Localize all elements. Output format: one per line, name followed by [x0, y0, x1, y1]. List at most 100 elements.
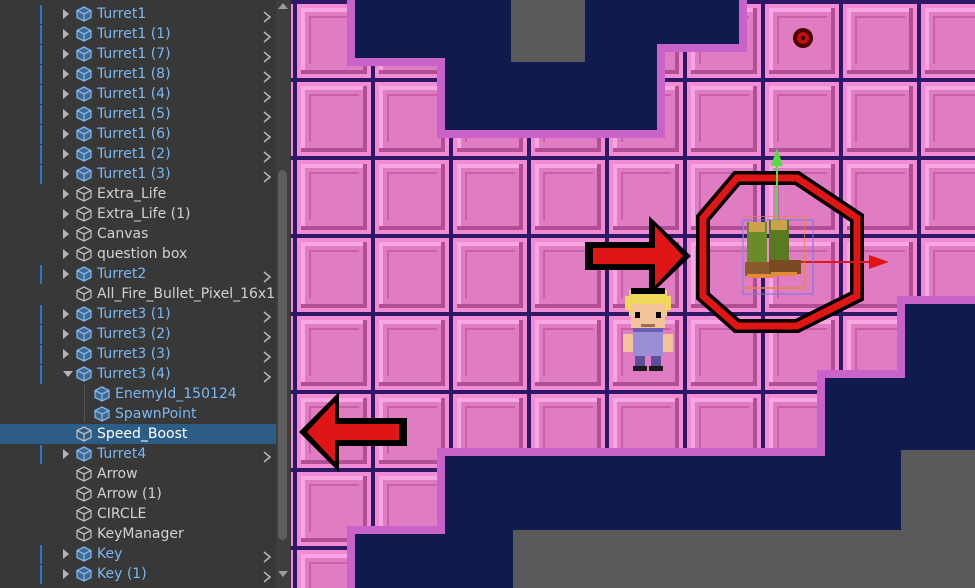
triangle-down-icon[interactable] [63, 371, 73, 377]
hierarchy-item[interactable]: Arrow (1) [0, 484, 278, 504]
hierarchy-item-label: All_Fire_Bullet_Pixel_16x1 [97, 286, 276, 302]
hierarchy-item[interactable]: Turret1 (3) [0, 164, 278, 184]
prefab-indicator-line [40, 165, 42, 184]
triangle-right-icon[interactable] [63, 129, 69, 139]
scene-view[interactable] [291, 0, 975, 588]
hierarchy-scrollbar[interactable] [276, 0, 290, 588]
triangle-right-icon[interactable] [63, 49, 69, 59]
hierarchy-item-label: Turret1 (4) [97, 86, 171, 102]
triangle-right-icon[interactable] [63, 209, 69, 219]
hierarchy-panel: Turret1 Turret1 (1) Turret1 (7) Turret1 (8)… [0, 0, 290, 588]
hierarchy-item[interactable]: Arrow [0, 464, 278, 484]
scrollbar-thumb[interactable] [278, 170, 287, 540]
triangle-right-icon[interactable] [63, 569, 69, 579]
hierarchy-item-label: Turret1 (6) [97, 126, 171, 142]
triangle-right-icon[interactable] [63, 149, 69, 159]
hierarchy-item[interactable]: CIRCLE [0, 504, 278, 524]
hierarchy-item[interactable]: Key (1) [0, 564, 278, 584]
prefab-indicator-line [40, 265, 42, 284]
hierarchy-item[interactable]: Turret1 (5) [0, 104, 278, 124]
chevron-right-icon[interactable] [261, 308, 273, 323]
triangle-right-icon[interactable] [63, 269, 69, 279]
hierarchy-item[interactable]: Turret1 (7) [0, 44, 278, 64]
chevron-right-icon[interactable] [261, 68, 273, 83]
triangle-right-icon[interactable] [63, 349, 69, 359]
triangle-right-icon[interactable] [63, 309, 69, 319]
hierarchy-item[interactable]: Turret4 [0, 444, 278, 464]
hierarchy-item[interactable]: Turret1 (8) [0, 64, 278, 84]
triangle-right-icon[interactable] [63, 109, 69, 119]
hierarchy-item[interactable]: Turret2 [0, 264, 278, 284]
hierarchy-item[interactable]: Turret3 (1) [0, 304, 278, 324]
speed-boots-sprite[interactable] [743, 216, 805, 294]
cube-icon [76, 426, 92, 442]
hierarchy-item[interactable]: Turret1 (4) [0, 84, 278, 104]
void-block [511, 0, 585, 62]
chevron-right-icon[interactable] [261, 348, 273, 363]
cube-icon [76, 206, 92, 222]
triangle-right-icon[interactable] [63, 329, 69, 339]
hierarchy-item[interactable]: Turret1 [0, 4, 278, 24]
chevron-right-icon[interactable] [261, 148, 273, 163]
hierarchy-item-label: Turret1 (1) [97, 26, 171, 42]
chevron-right-icon[interactable] [261, 268, 273, 283]
prefab-indicator-line [40, 145, 42, 164]
hierarchy-item[interactable]: Extra_Life (1) [0, 204, 278, 224]
chevron-right-icon[interactable] [261, 128, 273, 143]
hierarchy-item[interactable]: EnemyId_150124 [0, 384, 278, 404]
hierarchy-item[interactable]: All_Fire_Bullet_Pixel_16x1 [0, 284, 278, 304]
chevron-right-icon[interactable] [261, 448, 273, 463]
triangle-right-icon[interactable] [63, 449, 69, 459]
hierarchy-item-label: Turret1 [97, 6, 147, 22]
chevron-right-icon[interactable] [261, 8, 273, 23]
triangle-right-icon[interactable] [63, 29, 69, 39]
scroll-up-arrow-icon[interactable] [278, 3, 288, 9]
chevron-right-icon[interactable] [261, 88, 273, 103]
hierarchy-item[interactable]: Turret3 (4) [0, 364, 278, 384]
hierarchy-item[interactable]: Key [0, 544, 278, 564]
prefab-cube-icon [76, 366, 92, 382]
triangle-right-icon[interactable] [63, 249, 69, 259]
chevron-right-icon[interactable] [261, 28, 273, 43]
triangle-right-icon[interactable] [63, 189, 69, 199]
scroll-down-arrow-icon[interactable] [278, 571, 288, 577]
hierarchy-item-label: Extra_Life [97, 186, 167, 202]
editor-window: Turret1 Turret1 (1) Turret1 (7) Turret1 (8)… [0, 0, 975, 588]
prefab-cube-icon [76, 126, 92, 142]
prefab-cube-icon [76, 26, 92, 42]
chevron-right-icon[interactable] [261, 328, 273, 343]
hierarchy-item[interactable]: Turret1 (6) [0, 124, 278, 144]
triangle-right-icon[interactable] [63, 9, 69, 19]
hierarchy-item[interactable]: Speed_Boost [0, 424, 278, 444]
prefab-cube-icon [76, 6, 92, 22]
chevron-right-icon[interactable] [261, 48, 273, 63]
prefab-cube-icon [76, 306, 92, 322]
chevron-right-icon[interactable] [261, 568, 273, 583]
triangle-right-icon[interactable] [63, 169, 69, 179]
hierarchy-item[interactable]: Turret3 (3) [0, 344, 278, 364]
prefab-indicator-line [40, 105, 42, 124]
prefab-cube-icon [76, 146, 92, 162]
chevron-right-icon[interactable] [261, 108, 273, 123]
hierarchy-item[interactable]: SpawnPoint [0, 404, 278, 424]
prefab-cube-icon [76, 546, 92, 562]
prefab-cube-icon [76, 166, 92, 182]
chevron-right-icon[interactable] [261, 368, 273, 383]
chevron-right-icon[interactable] [261, 168, 273, 183]
triangle-right-icon[interactable] [63, 69, 69, 79]
hierarchy-item[interactable]: Canvas [0, 224, 278, 244]
hero-sprite[interactable] [619, 286, 677, 372]
triangle-right-icon[interactable] [63, 229, 69, 239]
triangle-right-icon[interactable] [63, 549, 69, 559]
cube-icon [76, 286, 92, 302]
hierarchy-item[interactable]: KeyManager [0, 524, 278, 544]
hierarchy-item[interactable]: Turret1 (1) [0, 24, 278, 44]
hierarchy-item[interactable]: Turret1 (2) [0, 144, 278, 164]
hierarchy-item[interactable]: Turret3 (2) [0, 324, 278, 344]
prefab-indicator-line [40, 565, 42, 584]
triangle-right-icon[interactable] [63, 89, 69, 99]
chevron-right-icon[interactable] [261, 548, 273, 563]
hierarchy-item[interactable]: Extra_Life [0, 184, 278, 204]
hierarchy-item[interactable]: question box [0, 244, 278, 264]
void-block [901, 450, 975, 530]
